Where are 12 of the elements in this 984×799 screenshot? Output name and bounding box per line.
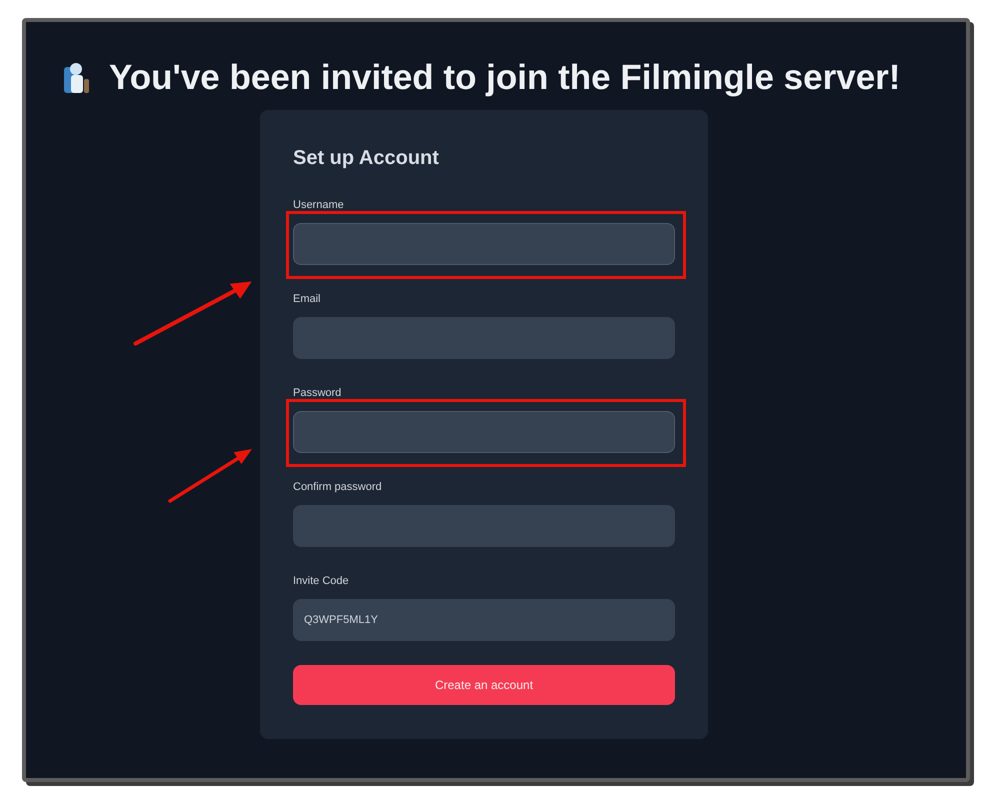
field-label: Confirm password: [293, 480, 382, 494]
field-label: Username: [293, 198, 344, 212]
invite-heading: You've been invited to join the Filmingle server!: [109, 58, 900, 98]
field-label: Password: [293, 386, 342, 400]
input-field[interactable]: [293, 317, 675, 359]
input-field[interactable]: [293, 411, 675, 453]
field-label: Email: [293, 292, 321, 306]
input-field[interactable]: [293, 223, 675, 265]
field-label: Invite Code: [293, 574, 349, 588]
input-field[interactable]: Q3WPF5ML1Y: [293, 599, 675, 641]
form-title: Set up Account: [293, 146, 439, 170]
input-field[interactable]: [293, 505, 675, 547]
